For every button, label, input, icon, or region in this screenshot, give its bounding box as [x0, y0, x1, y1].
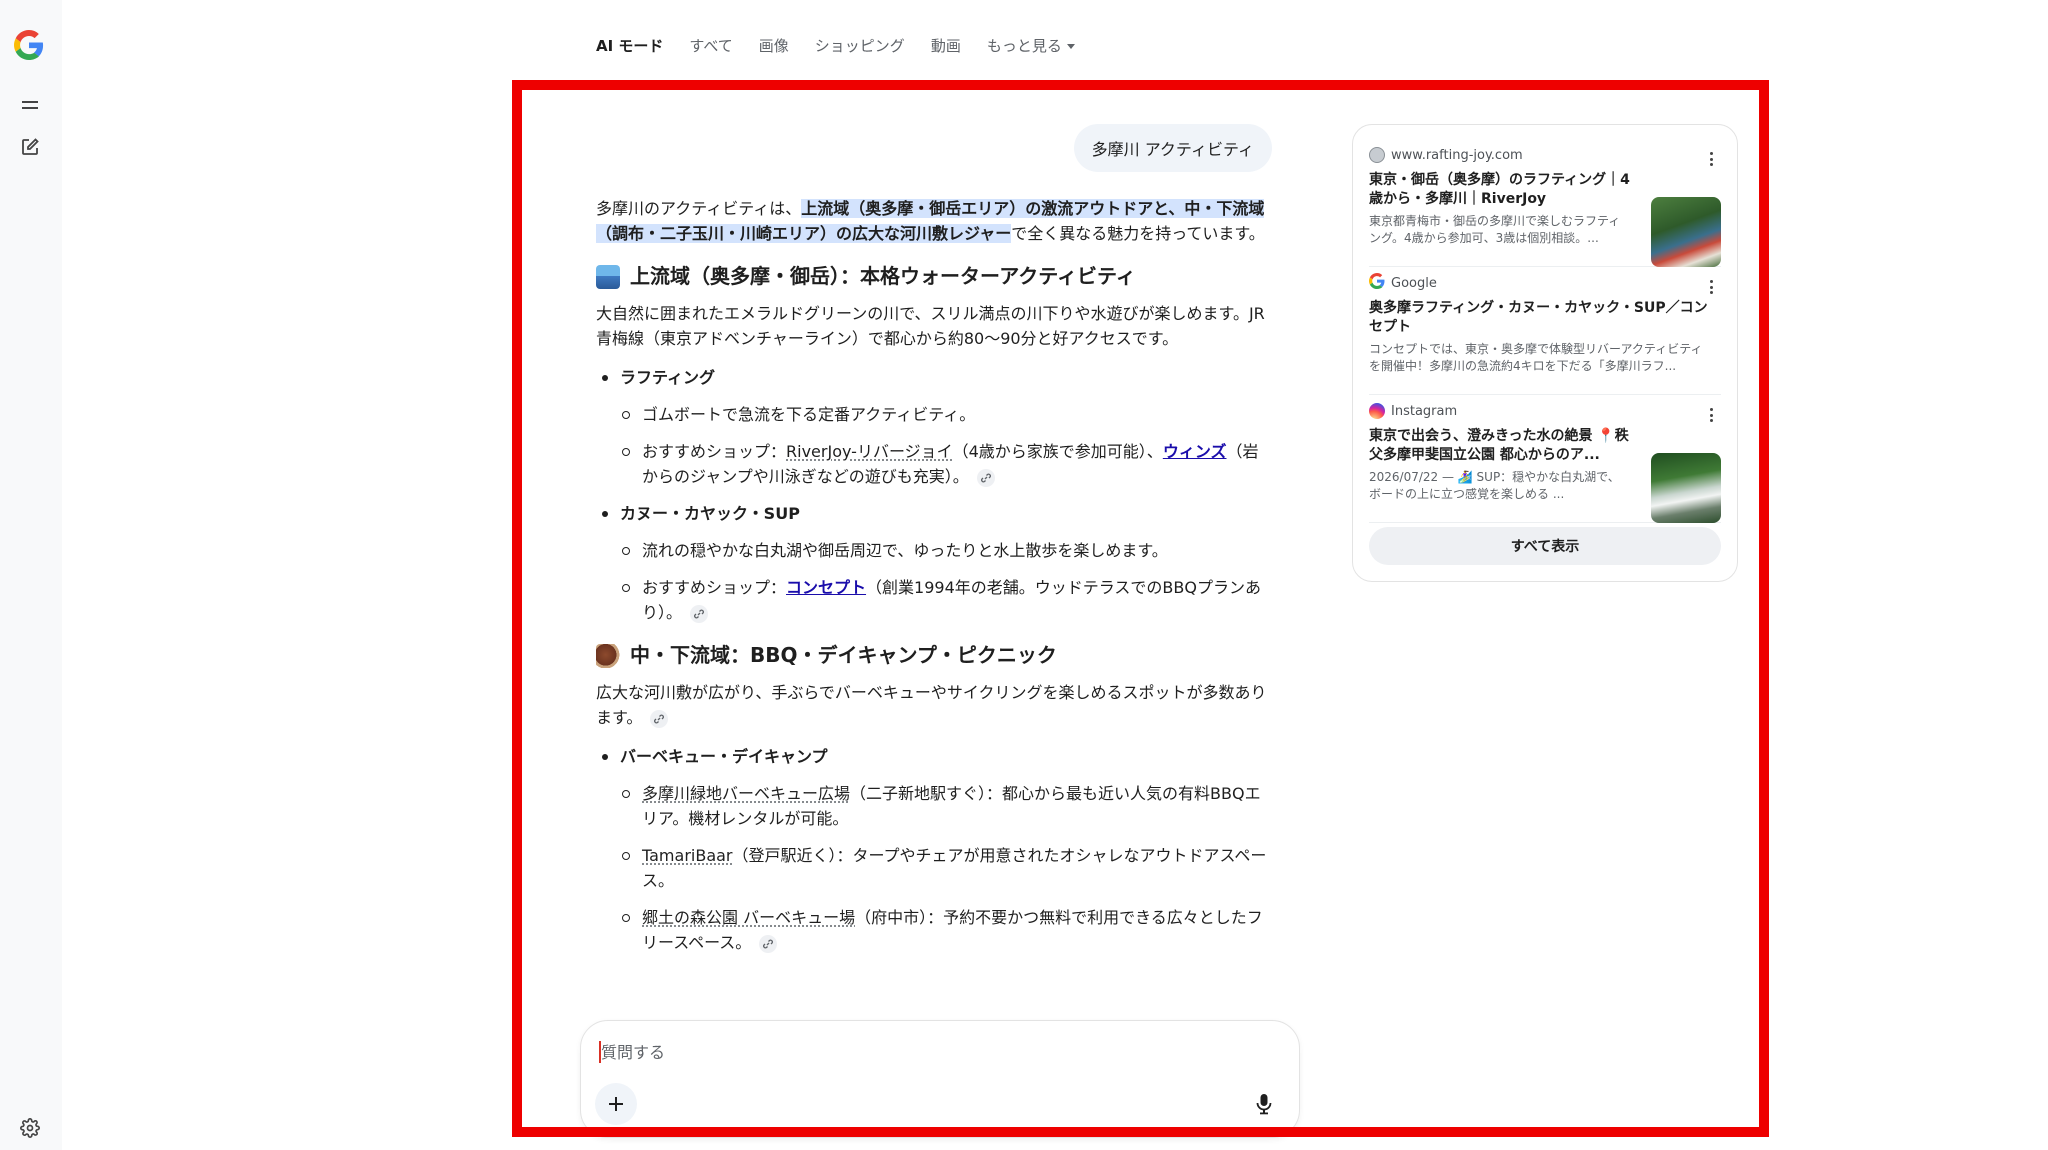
- spot-link[interactable]: 多摩川緑地バーベキュー広場: [642, 784, 850, 803]
- left-rail: [0, 0, 62, 1150]
- activity-title-canoe: カヌー・カヤック・SUP: [620, 504, 800, 523]
- ask-input[interactable]: [601, 1039, 1201, 1065]
- intro-post: で全く異なる魅力を持っています。: [1011, 224, 1265, 243]
- source-site: Instagram: [1391, 403, 1458, 419]
- source-title[interactable]: 東京で出会う、澄みきった水の絶景 📍秩父多摩甲斐国立公園 都心からのア...: [1369, 427, 1631, 465]
- mountain-lake-icon: [596, 264, 620, 289]
- list-item: 流れの穏やかな白丸湖や御岳周辺で、ゆったりと水上散歩を楽しめます。: [620, 538, 1272, 563]
- source-snippet: 東京都青梅市・御岳の多摩川で楽しむラフティング。4歳から参加可、3歳は個別相談。…: [1369, 214, 1621, 245]
- tab-images[interactable]: 画像: [759, 35, 789, 56]
- rafting-thumbnail: [1651, 197, 1721, 267]
- section2-heading-text: 中・下流域：BBQ・デイキャンプ・ピクニック: [630, 643, 1057, 667]
- source-link-icon[interactable]: [650, 709, 669, 728]
- spot-link[interactable]: TamariBaar: [642, 846, 733, 865]
- rafting-details: ゴムボートで急流を下る定番アクティビティ。 おすすめショップ：RiverJoy-…: [620, 402, 1272, 489]
- source-card[interactable]: Instagram 東京で出会う、澄みきった水の絶景 📍秩父多摩甲斐国立公園 都…: [1369, 395, 1721, 523]
- list-item: バーベキュー・デイキャンプ 多摩川緑地バーベキュー広場（二子新地駅すぐ）：都心か…: [596, 744, 1272, 955]
- section1-description: 大自然に囲まれたエメラルドグリーンの川で、スリル満点の川下りや水遊びが楽しめます…: [596, 304, 1265, 348]
- source-site: www.rafting-joy.com: [1391, 147, 1523, 163]
- more-options-icon[interactable]: [1703, 405, 1719, 425]
- source-card[interactable]: Google 奥多摩ラフティング・カヌー・カヤック・SUP／コンセプト コンセプ…: [1369, 267, 1721, 395]
- source-title[interactable]: 東京・御岳（奥多摩）のラフティング｜4歳から・多摩川｜RiverJoy: [1369, 171, 1631, 209]
- list-item: 郷土の森公園 バーベキュー場（府中市）：予約不要かつ無料で利用できる広々としたフ…: [620, 905, 1272, 955]
- meat-on-bone-icon: [596, 643, 620, 668]
- more-options-icon[interactable]: [1703, 149, 1719, 169]
- menu-icon[interactable]: [15, 90, 45, 120]
- google-logo-icon[interactable]: [14, 30, 44, 60]
- source-title[interactable]: 奥多摩ラフティング・カヌー・カヤック・SUP／コンセプト: [1369, 299, 1709, 337]
- canoe-details: 流れの穏やかな白丸湖や御岳周辺で、ゆったりと水上散歩を楽しめます。 おすすめショ…: [620, 538, 1272, 625]
- list-item: 多摩川緑地バーベキュー広場（二子新地駅すぐ）：都心から最も近い人気の有料BBQエ…: [620, 781, 1272, 831]
- source-link-icon[interactable]: [690, 604, 709, 623]
- spot-desc: （登戸駅近く）：タープやチェアが用意されたオシャレなアウトドアスペース。: [642, 846, 1267, 890]
- source-link-icon[interactable]: [759, 934, 778, 953]
- activity-title-rafting: ラフティング: [620, 368, 716, 387]
- source-snippet: コンセプトでは、東京・奥多摩で体験型リバーアクティビティを開催中！多摩川の急流約…: [1369, 342, 1703, 373]
- source-header: Google: [1369, 273, 1721, 293]
- intro-pre: 多摩川のアクティビティは、: [596, 199, 802, 218]
- winds-link[interactable]: ウィンズ: [1163, 442, 1227, 461]
- search-tabs: AI モード すべて 画像 ショッピング 動画 もっと見る: [596, 30, 1075, 60]
- answer-intro: 多摩川のアクティビティは、上流域（奥多摩・御岳エリア）の激流アウトドアと、中・下…: [596, 196, 1272, 246]
- tab-ai-mode[interactable]: AI モード: [596, 35, 663, 56]
- scroll-fade: [596, 980, 1272, 1015]
- tab-more[interactable]: もっと見る: [987, 35, 1075, 56]
- source-site: Google: [1391, 275, 1437, 291]
- conversation-area: 多摩川 アクティビティ 多摩川のアクティビティは、上流域（奥多摩・御岳エリア）の…: [596, 100, 1272, 1015]
- downstream-activity-list: バーベキュー・デイキャンプ 多摩川緑地バーベキュー広場（二子新地駅すぐ）：都心か…: [596, 744, 1272, 955]
- list-item: カヌー・カヤック・SUP 流れの穏やかな白丸湖や御岳周辺で、ゆったりと水上散歩を…: [596, 501, 1272, 625]
- user-query-bubble: 多摩川 アクティビティ: [1073, 124, 1272, 172]
- source-header: Instagram: [1369, 401, 1721, 421]
- google-favicon-icon: [1369, 273, 1385, 293]
- show-all-button[interactable]: すべて表示: [1369, 527, 1721, 565]
- tab-all[interactable]: すべて: [689, 35, 732, 56]
- new-chat-icon[interactable]: [15, 132, 45, 162]
- section1-heading-text: 上流域（奥多摩・御岳）：本格ウォーターアクティビティ: [630, 264, 1136, 288]
- plus-icon: [609, 1097, 623, 1111]
- stream-thumbnail: [1651, 453, 1721, 523]
- section2-description: 広大な河川敷が広がり、手ぶらでバーベキューやサイクリングを楽しめるスポットが多数…: [596, 680, 1272, 730]
- source-card[interactable]: www.rafting-joy.com 東京・御岳（奥多摩）のラフティング｜4歳…: [1369, 139, 1721, 267]
- list-item: おすすめショップ：RiverJoy-リバージョイ（4歳から家族で参加可能）、ウィ…: [620, 439, 1272, 489]
- source-snippet: 2026/07/22 — 🏄‍♀️ SUP：穏やかな白丸湖で、ボードの上に立つ感…: [1369, 470, 1620, 501]
- section2-description-text: 広大な河川敷が広がり、手ぶらでバーベキューやサイクリングを楽しめるスポットが多数…: [596, 683, 1267, 727]
- more-options-icon[interactable]: [1703, 277, 1719, 297]
- shop-label: おすすめショップ：: [642, 578, 787, 597]
- site-favicon-icon: [1369, 147, 1385, 163]
- list-item: おすすめショップ：コンセプト（創業1994年の老舗。ウッドテラスでのBBQプラン…: [620, 575, 1272, 625]
- riverjoy-entity-link[interactable]: RiverJoy-リバージョイ: [786, 442, 953, 461]
- source-link-icon[interactable]: [976, 468, 995, 487]
- bbq-spots: 多摩川緑地バーベキュー広場（二子新地駅すぐ）：都心から最も近い人気の有料BBQエ…: [620, 781, 1272, 955]
- tab-videos[interactable]: 動画: [931, 35, 961, 56]
- settings-gear-icon[interactable]: [15, 1113, 45, 1143]
- tab-more-label: もっと見る: [986, 36, 1062, 55]
- concept-link[interactable]: コンセプト: [786, 578, 866, 597]
- microphone-icon[interactable]: [1251, 1091, 1277, 1117]
- ai-answer: 多摩川のアクティビティは、上流域（奥多摩・御岳エリア）の激流アウトドアと、中・下…: [596, 196, 1272, 967]
- section-heading-downstream: 中・下流域：BBQ・デイキャンプ・ピクニック: [596, 643, 1272, 668]
- riverjoy-note: （4歳から家族で参加可能）、: [952, 442, 1163, 461]
- shop-label: おすすめショップ：: [642, 442, 787, 461]
- list-item: TamariBaar（登戸駅近く）：タープやチェアが用意されたオシャレなアウトド…: [620, 843, 1272, 893]
- spot-link[interactable]: 郷土の森公園 バーベキュー場: [642, 908, 855, 927]
- tab-shopping[interactable]: ショッピング: [815, 35, 905, 56]
- chevron-down-icon: [1066, 43, 1075, 49]
- list-item: ラフティング ゴムボートで急流を下る定番アクティビティ。 おすすめショップ：Ri…: [596, 365, 1272, 489]
- activity-title-bbq: バーベキュー・デイキャンプ: [620, 747, 828, 766]
- source-panel: www.rafting-joy.com 東京・御岳（奥多摩）のラフティング｜4歳…: [1352, 124, 1738, 582]
- section-heading-upstream: 上流域（奥多摩・御岳）：本格ウォーターアクティビティ: [596, 264, 1272, 289]
- source-header: www.rafting-joy.com: [1369, 145, 1721, 165]
- upstream-activity-list: ラフティング ゴムボートで急流を下る定番アクティビティ。 おすすめショップ：Ri…: [596, 365, 1272, 625]
- instagram-favicon-icon: [1369, 403, 1385, 419]
- add-attachment-button[interactable]: [595, 1083, 637, 1125]
- list-item: ゴムボートで急流を下る定番アクティビティ。: [620, 402, 1272, 427]
- ask-box: [580, 1020, 1300, 1138]
